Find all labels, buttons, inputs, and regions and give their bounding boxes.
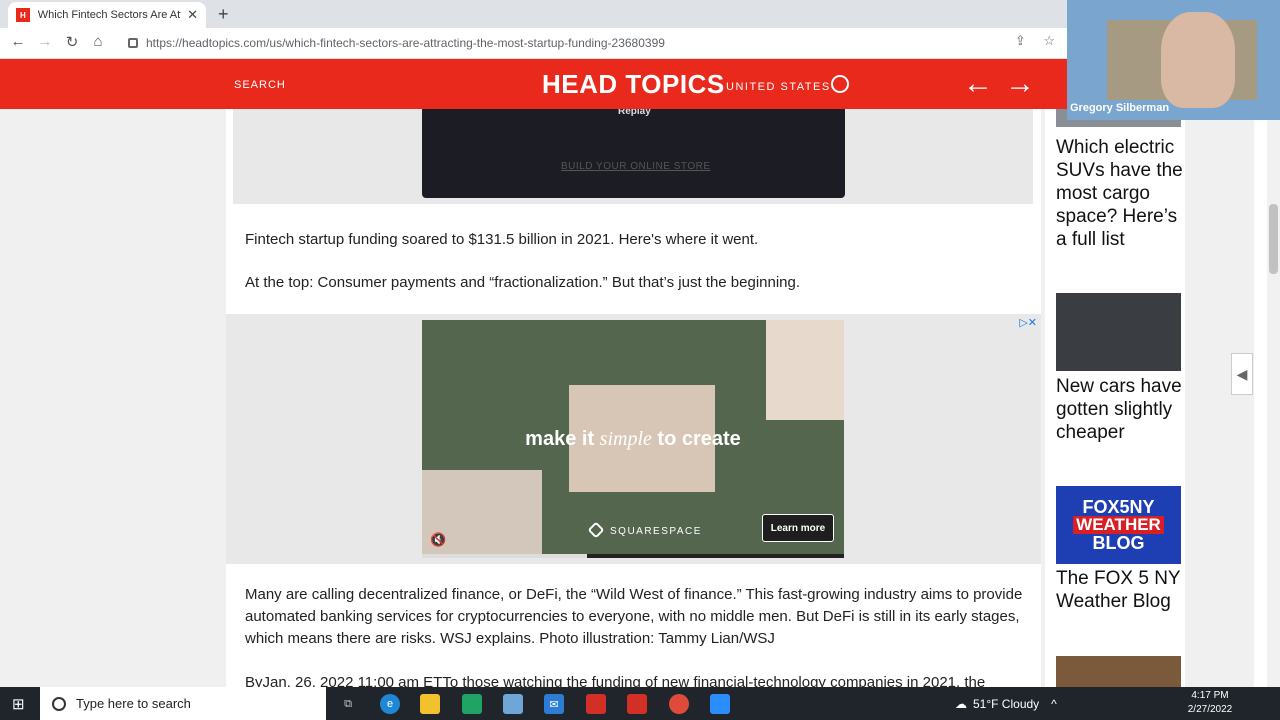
search-link[interactable]: SEARCH xyxy=(234,79,286,91)
address-bar[interactable]: https://headtopics.com/us/which-fintech-… xyxy=(118,31,1058,55)
share-icon[interactable]: ⇪ xyxy=(1015,33,1026,48)
tray-overflow-icon[interactable]: ^ xyxy=(1051,697,1057,711)
card-title[interactable]: New cars have gotten slightly cheaper xyxy=(1056,375,1184,444)
search-icon xyxy=(52,696,66,711)
logo-text: BLOG xyxy=(1092,533,1145,553)
taskbar-search-placeholder: Type here to search xyxy=(76,696,191,711)
task-view-icon[interactable]: ⧉ xyxy=(338,694,358,714)
logo-text: FOX5NY xyxy=(1082,497,1155,517)
card-thumbnail[interactable] xyxy=(1056,293,1181,371)
close-icon[interactable]: ✕ xyxy=(187,7,198,23)
ad-brand: SQUARESPACE xyxy=(610,526,702,537)
advertisement[interactable]: ▷✕ make it simple to create SQUARESPACE … xyxy=(226,314,1041,564)
video-player[interactable]: Replay BUILD YOUR ONLINE STORE xyxy=(233,109,1033,204)
scrollbar-thumb[interactable] xyxy=(1269,204,1278,274)
site-logo[interactable]: HEAD TOPICS xyxy=(542,69,725,100)
site-favicon-icon: H xyxy=(16,8,30,22)
new-tab-icon[interactable]: + xyxy=(218,4,229,25)
article-paragraph: Many are calling decentralized finance, … xyxy=(245,586,1023,647)
clock-date: 2/27/2022 xyxy=(1187,704,1233,715)
webcam-overlay: Gregory Silberman xyxy=(1067,0,1280,120)
presenter-name: Gregory Silberman xyxy=(1070,102,1170,114)
mail-icon[interactable]: ✉ xyxy=(544,694,564,714)
lock-icon xyxy=(128,38,138,48)
zoom-icon[interactable] xyxy=(710,694,730,714)
edge-icon[interactable]: e xyxy=(380,694,400,714)
taskbar: ⊞ Type here to search ⧉ e ✉ ☁ 51°F Cloud… xyxy=(0,687,1280,720)
url-text: https://headtopics.com/us/which-fintech-… xyxy=(146,36,665,50)
cloud-icon: ☁ xyxy=(955,696,967,711)
mute-icon[interactable]: 🔇 xyxy=(430,532,446,548)
article-paragraph: ByJan. 26, 2022 11:00 am ETTo those watc… xyxy=(245,674,986,687)
prev-arrow-icon[interactable]: ← xyxy=(963,67,993,101)
chrome-icon[interactable] xyxy=(669,694,689,714)
site-header: SEARCH HEAD TOPICS UNITED STATES ← → xyxy=(0,59,1067,109)
reload-icon[interactable]: ↻ xyxy=(62,33,82,51)
fox5-weather-logo[interactable]: FOX5NY WEATHER BLOG xyxy=(1056,486,1181,564)
build-store-link[interactable]: BUILD YOUR ONLINE STORE xyxy=(561,161,711,172)
article-paragraph: At the top: Consumer payments and “fract… xyxy=(245,274,801,291)
spreadsheet-icon[interactable] xyxy=(462,694,482,714)
card-title[interactable]: The FOX 5 NY Weather Blog xyxy=(1056,567,1184,613)
article-paragraph: Fintech startup funding soared to $131.5… xyxy=(245,231,759,248)
squarespace-logo-icon xyxy=(587,521,605,539)
ad-creative[interactable]: make it simple to create SQUARESPACE Lea… xyxy=(422,320,844,558)
replay-label[interactable]: Replay xyxy=(618,109,651,117)
next-arrow-icon[interactable]: → xyxy=(1005,67,1035,101)
sidebar-toggle-icon[interactable]: ◀ xyxy=(1231,353,1253,395)
taskbar-search[interactable]: Type here to search xyxy=(40,687,326,720)
browser-toolbar: ← → ↻ ⌂ https://headtopics.com/us/which-… xyxy=(0,28,1067,59)
pdf-reader-icon[interactable] xyxy=(586,694,606,714)
ad-headline-part: make it xyxy=(525,428,600,450)
logo-text: WEATHER xyxy=(1073,516,1164,534)
ad-progress-bar xyxy=(422,554,844,558)
clock-time: 4:17 PM xyxy=(1191,690,1229,701)
ad-headline-part: to create xyxy=(651,428,741,450)
page-scrollbar[interactable] xyxy=(1267,109,1280,687)
globe-icon[interactable] xyxy=(831,75,849,93)
windows-start-icon[interactable]: ⊞ xyxy=(12,695,25,713)
bookmark-star-icon[interactable]: ☆ xyxy=(1043,33,1055,48)
tab-title: Which Fintech Sectors Are Attrac xyxy=(37,9,181,21)
notepad-icon[interactable] xyxy=(503,694,523,714)
browser-tabbar: H Which Fintech Sectors Are Attrac ✕ + xyxy=(0,0,1067,28)
taskbar-clock[interactable]: 4:17 PM 2/27/2022 xyxy=(1180,689,1240,717)
page-content: Replay BUILD YOUR ONLINE STORE Fintech s… xyxy=(0,109,1254,687)
ad-headline: make it simple to create xyxy=(422,428,844,451)
home-icon[interactable]: ⌂ xyxy=(88,33,108,50)
presenter-video xyxy=(1161,12,1235,108)
ad-choices-icon[interactable]: ▷✕ xyxy=(1019,316,1037,329)
article-column: Replay BUILD YOUR ONLINE STORE Fintech s… xyxy=(226,109,1041,687)
system-tray: ☁ 51°F Cloudy ^ xyxy=(955,687,1057,720)
forward-icon[interactable]: → xyxy=(35,33,55,50)
card-title[interactable]: Which electric SUVs have the most cargo … xyxy=(1056,136,1184,251)
ad-headline-emphasis: simple xyxy=(599,428,652,450)
browser-tab[interactable]: H Which Fintech Sectors Are Attrac ✕ xyxy=(8,2,206,28)
file-explorer-icon[interactable] xyxy=(420,694,440,714)
region-selector[interactable]: UNITED STATES xyxy=(726,81,831,93)
ad-progress-fill xyxy=(422,554,587,558)
weather-text[interactable]: 51°F Cloudy xyxy=(973,697,1039,711)
card-thumbnail[interactable] xyxy=(1056,656,1181,687)
back-icon[interactable]: ← xyxy=(8,33,28,50)
ad-photo xyxy=(766,320,844,420)
pdf-app-icon[interactable] xyxy=(627,694,647,714)
related-sidebar: Which electric SUVs have the most cargo … xyxy=(1045,109,1185,687)
learn-more-button[interactable]: Learn more xyxy=(762,514,834,542)
